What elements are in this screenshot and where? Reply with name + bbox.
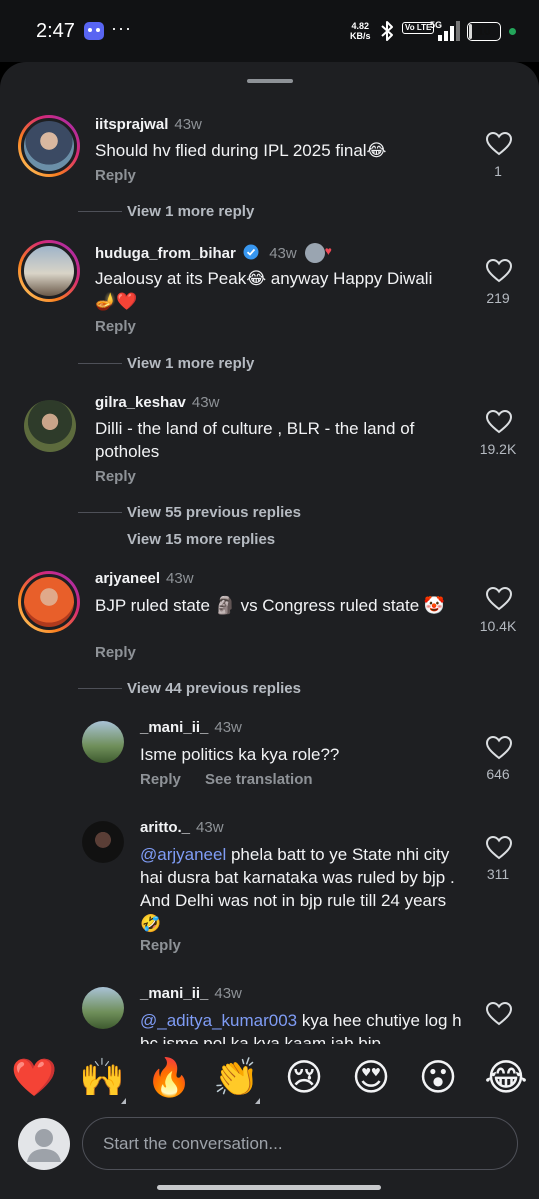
reply-time: 43w xyxy=(214,719,242,736)
view-previous-replies-link[interactable]: View 55 previous replies xyxy=(127,504,301,521)
reply-time: 43w xyxy=(196,819,224,836)
network-speed-unit: KB/s xyxy=(350,31,371,41)
network-type: 5G xyxy=(430,20,443,30)
mention-link[interactable]: @_aditya_kumar003 xyxy=(140,1011,297,1030)
default-user-icon xyxy=(27,1129,61,1162)
fire-emoji-button[interactable]: 🔥 xyxy=(145,1056,193,1100)
skin-tone-indicator-icon xyxy=(255,1098,260,1104)
skin-tone-indicator-icon xyxy=(121,1098,126,1104)
comment-time: 43w xyxy=(174,116,202,133)
comment-time: 43w xyxy=(166,570,194,587)
privacy-indicator-dot xyxy=(509,28,516,35)
status-bar: 2:47 ··· 4.82 KB/s Vo LTE 5G 10 xyxy=(0,0,539,62)
heart-icon[interactable] xyxy=(486,836,512,860)
like-count: 646 xyxy=(486,766,510,782)
reply-text: @_aditya_kumar003 kya hee chutiye log h … xyxy=(140,1011,462,1045)
gesture-nav-bar[interactable] xyxy=(157,1185,381,1190)
heart-icon[interactable] xyxy=(486,410,512,434)
discord-notification-icon xyxy=(84,22,104,40)
heart-eyes-emoji-button[interactable]: 😍 xyxy=(347,1056,395,1100)
reply-text: @arjyaneel phela batt to ye State nhi ci… xyxy=(140,845,455,933)
reply-username[interactable]: _mani_ii_ 43w xyxy=(140,985,242,1002)
comment-text: Dilli - the land of culture , BLR - the … xyxy=(95,419,415,461)
comment-text: Jealousy at its Peak😂 anyway Happy Diwal… xyxy=(95,269,433,311)
comment-username[interactable]: arjyaneel 43w xyxy=(95,570,194,587)
network-speed-value: 4.82 xyxy=(351,21,370,31)
heart-icon[interactable] xyxy=(486,587,512,611)
avatar[interactable] xyxy=(82,821,124,863)
avatar[interactable] xyxy=(18,115,80,177)
status-time: 2:47 xyxy=(36,20,75,42)
heart-icon[interactable] xyxy=(486,259,512,283)
bluetooth-icon xyxy=(381,21,393,41)
heart-icon[interactable] xyxy=(486,132,512,156)
avatar[interactable] xyxy=(18,240,80,302)
surprised-emoji-button[interactable]: 😮 xyxy=(414,1056,462,1100)
comment-username[interactable]: huduga_from_bihar 43w ♥ xyxy=(95,243,332,263)
reply-button[interactable]: Reply xyxy=(140,771,181,788)
raised-hands-emoji-button[interactable]: 🙌 xyxy=(78,1056,126,1100)
avatar[interactable] xyxy=(18,571,80,633)
view-replies-link[interactable]: View 1 more reply xyxy=(127,203,254,220)
like-count: 311 xyxy=(486,866,510,882)
avatar[interactable] xyxy=(82,987,124,1029)
reply-button[interactable]: Reply xyxy=(95,318,136,335)
reply-button[interactable]: Reply xyxy=(140,937,181,954)
comment-input[interactable] xyxy=(82,1117,518,1170)
comment-username[interactable]: gilra_keshav 43w xyxy=(95,394,219,411)
comment-time: 43w xyxy=(269,245,297,262)
like-count: 10.4K xyxy=(479,618,517,634)
heart-icon[interactable] xyxy=(486,736,512,760)
reply-button[interactable]: Reply xyxy=(95,167,136,184)
comment-username[interactable]: iitsprajwal 43w xyxy=(95,116,202,133)
reply-time: 43w xyxy=(214,985,242,1002)
avatar[interactable] xyxy=(82,721,124,763)
comment-time: 43w xyxy=(191,394,220,411)
user-avatar xyxy=(18,1118,70,1170)
view-replies-link[interactable]: View 1 more reply xyxy=(127,355,254,372)
thread-line xyxy=(78,211,122,212)
battery-icon: 10 xyxy=(467,22,501,41)
thread-line xyxy=(78,363,122,364)
quick-reactions-bar: ❤️ 🙌 🔥 👏 😢 😍 😮 😂 xyxy=(0,1044,539,1116)
reply-username[interactable]: aritto._ 43w xyxy=(140,819,224,836)
sheet-drag-handle[interactable] xyxy=(247,79,293,83)
view-more-replies-link[interactable]: View 15 more replies xyxy=(127,531,275,548)
view-previous-replies-link[interactable]: View 44 previous replies xyxy=(127,680,301,697)
reply-username[interactable]: _mani_ii_ 43w xyxy=(140,719,242,736)
battery-level: 10 xyxy=(477,24,491,38)
reply-button[interactable]: Reply xyxy=(95,468,136,485)
avatar[interactable] xyxy=(24,400,76,452)
comment-text: BJP ruled state 🗿 vs Congress ruled stat… xyxy=(95,596,446,615)
like-count: 219 xyxy=(486,290,510,306)
reply-button[interactable]: Reply xyxy=(95,644,136,661)
mention-link[interactable]: @arjyaneel xyxy=(140,845,226,864)
see-translation-button[interactable]: See translation xyxy=(205,771,313,788)
network-speed: 4.82 KB/s xyxy=(350,21,371,41)
thread-line xyxy=(78,688,122,689)
like-count: 19.2K xyxy=(479,441,517,457)
like-count: 1 xyxy=(494,163,502,179)
crying-emoji-button[interactable]: 😢 xyxy=(280,1056,328,1100)
comments-sheet: iitsprajwal 43w Should hv flied during IP… xyxy=(0,62,539,1199)
clap-emoji-button[interactable]: 👏 xyxy=(212,1056,260,1100)
liked-by-creator-icon: ♥ xyxy=(304,243,332,263)
verified-badge-icon xyxy=(243,244,259,260)
thread-line xyxy=(78,512,122,513)
reply-text: Isme politics ka kya role?? xyxy=(140,745,340,764)
more-notifications-icon: ··· xyxy=(111,18,132,38)
heart-emoji-button[interactable]: ❤️ xyxy=(10,1056,58,1100)
heart-icon[interactable] xyxy=(486,1002,512,1026)
comment-text: Should hv flied during IPL 2025 final😂 xyxy=(95,141,387,160)
laughing-emoji-button[interactable]: 😂 xyxy=(482,1056,530,1100)
